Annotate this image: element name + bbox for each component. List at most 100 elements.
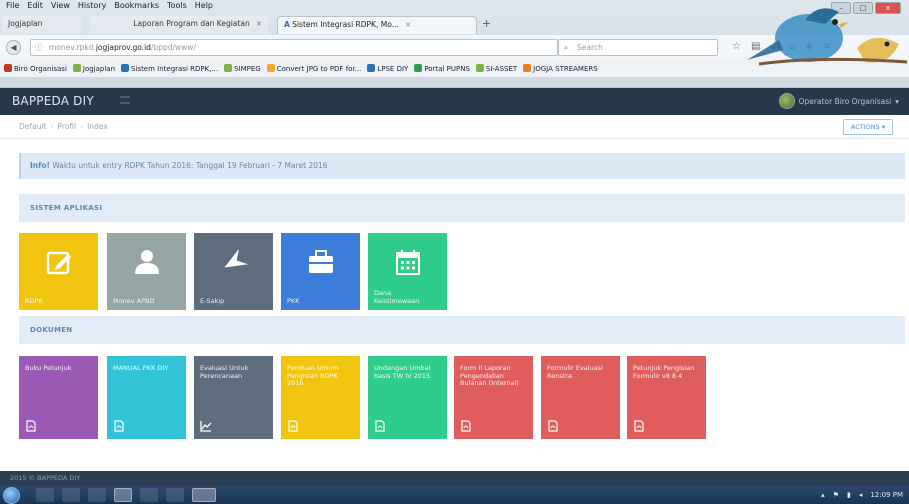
app-tile[interactable]: PKK (281, 233, 360, 310)
search-placeholder: Search (577, 43, 603, 52)
taskbar-app-paint[interactable] (166, 488, 184, 502)
bookmark-item[interactable]: Convert JPG to PDF for... (266, 63, 362, 73)
bookmark-label: Sistem Integrasi RDPK,... (131, 64, 219, 73)
document-tile[interactable]: Formulir Evaluasi Renstra (541, 356, 620, 439)
home-icon[interactable]: ⌂ (789, 41, 795, 52)
breadcrumb-default[interactable]: Default (19, 122, 46, 131)
user-name: Operator Biro Organisasi (798, 96, 892, 106)
sidebar-toggle-icon[interactable] (119, 96, 130, 104)
bookmark-label: LPSE DIY (377, 64, 409, 73)
document-tile[interactable]: Form Il Laporan Pengendalian Bulanan (In… (454, 356, 533, 439)
tab-sistem-integrasi[interactable]: A Sistem Integrasi RDPK, Mo... × (277, 16, 477, 34)
url-bar[interactable]: ⓘ monev.rpkd.jogjaprov.go.id/bppd/www/ C (30, 39, 577, 56)
taskbar-app-ie[interactable] (62, 488, 80, 502)
tab-jogjaplan[interactable]: Jogjaplan (2, 16, 82, 34)
bookmark-favicon-icon (224, 63, 233, 72)
taskbar-app-window[interactable] (192, 488, 216, 502)
downloads-icon[interactable]: ↓ (770, 41, 778, 52)
edit-icon (44, 247, 74, 277)
breadcrumb-index: Index (87, 122, 108, 131)
tray-volume-icon[interactable]: ◂ (859, 491, 863, 499)
bookmark-label: Biro Organisasi (14, 64, 67, 73)
actions-button[interactable]: ACTIONS ▾ (843, 119, 893, 135)
document-tile[interactable]: Evaluasi Untuk Perencanaan (194, 356, 273, 439)
app-tile-label: PKK (287, 297, 300, 305)
bookmark-favicon-icon (4, 63, 12, 72)
breadcrumb: Default › Profil › Index (19, 122, 108, 131)
app-tile[interactable]: E-Sakip (194, 233, 273, 310)
tray-network-icon[interactable]: ▮ (847, 491, 851, 499)
chevron-down-icon: ▾ (895, 96, 899, 106)
close-window-button[interactable]: x (875, 2, 901, 14)
bookmark-item[interactable]: Biro Organisasi (4, 63, 67, 73)
brand[interactable]: BAPPEDA DIY (12, 94, 130, 108)
pocket-icon[interactable]: ◈ (805, 41, 813, 52)
tray-arrow-icon[interactable]: ▴ (821, 491, 825, 499)
menu-item-bookmarks[interactable]: Bookmarks (114, 1, 159, 13)
document-tile[interactable]: Buku Petunjuk (19, 356, 98, 439)
line-chart-icon (200, 420, 212, 432)
menu-item-help[interactable]: Help (195, 1, 213, 13)
breadcrumb-profil[interactable]: Profil (57, 122, 76, 131)
site-identity-icon[interactable]: ⓘ (35, 40, 43, 55)
url-path: /bppd/www/ (150, 43, 196, 52)
document-tile-label: Panduan Umum Pengisian RDPK 2016 (287, 364, 339, 387)
menu-item-edit[interactable]: Edit (27, 1, 43, 13)
bookmark-star-icon[interactable]: ☆ (732, 41, 741, 52)
start-button[interactable] (3, 487, 20, 504)
tab-title: Laporan Program dan Kegiatan (133, 19, 250, 28)
bookmarks-menu-icon[interactable]: ▤ (751, 41, 760, 52)
taskbar-app-word[interactable] (140, 488, 158, 502)
document-tile[interactable]: Petunjuk Pengisian Formulir v8 8.4 (627, 356, 706, 439)
system-tray: ▴ ⚑ ▮ ◂ 12:09 PM (821, 486, 903, 504)
main-content: Info! Waktu untuk entry RDPK Tahun 2016:… (0, 139, 909, 471)
menu-item-tools[interactable]: Tools (167, 1, 187, 13)
menu-item-history[interactable]: History (78, 1, 106, 13)
search-input[interactable]: ⌕ Search (558, 39, 718, 56)
firefox-tab-favicon-icon: A (284, 20, 290, 29)
document-tile-label: Petunjuk Pengisian Formulir v8 8.4 (633, 364, 695, 380)
calendar-icon (393, 247, 423, 277)
new-tab-button[interactable]: + (482, 17, 491, 30)
minimize-button[interactable]: – (831, 2, 851, 14)
document-tile[interactable]: Undangan Umbal basis TW IV 2015 (368, 356, 447, 439)
search-icon: ⌕ (564, 43, 569, 52)
document-tile[interactable]: MANUAL PKK DIY (107, 356, 186, 439)
app-tile-label: E-Sakip (200, 297, 225, 305)
document-icon (547, 420, 559, 432)
bookmark-item[interactable]: Sistem Integrasi RDPK,... (121, 63, 219, 73)
app-header: BAPPEDA DIY Operator Biro Organisasi ▾ (0, 88, 909, 115)
maximize-button[interactable]: □ (853, 2, 873, 14)
taskbar-app-firefox[interactable] (114, 488, 132, 502)
menu-item-view[interactable]: View (51, 1, 70, 13)
bookmark-label: Convert JPG to PDF for... (276, 64, 362, 73)
taskbar-app-explorer[interactable] (36, 488, 54, 502)
bookmark-item[interactable]: LPSE DIY (367, 63, 409, 73)
bookmark-item[interactable]: JOGJA STREAMERS (523, 63, 598, 73)
page-footer: 2015 © BAPPEDA DIY (0, 471, 909, 486)
tab-laporan[interactable]: Laporan Program dan Kegiatan × (90, 16, 268, 34)
bookmark-item[interactable]: Jogjaplan (72, 63, 115, 73)
back-button[interactable]: ◀ (6, 40, 21, 55)
app-tile[interactable]: RDPK (19, 233, 98, 310)
clock[interactable]: 12:09 PM (870, 491, 903, 499)
menu-icon[interactable]: ≡ (823, 41, 831, 52)
document-icon (460, 420, 472, 432)
taskbar-app-media[interactable] (88, 488, 106, 502)
tab-close-icon[interactable]: × (405, 20, 411, 29)
tab-close-icon[interactable]: × (256, 19, 262, 28)
tray-flag-icon[interactable]: ⚑ (833, 491, 839, 499)
document-tile[interactable]: Panduan Umum Pengisian RDPK 2016 (281, 356, 360, 439)
app-tile[interactable]: Dana Keistimewaan (368, 233, 447, 310)
user-icon (132, 247, 162, 277)
menu-item-file[interactable]: File (6, 1, 19, 13)
sistem-aplikasi-header: SISTEM APLIKASI (19, 194, 905, 222)
app-tile[interactable]: Monev APBD (107, 233, 186, 310)
bookmark-item[interactable]: SI-ASSET (475, 63, 517, 73)
bookmark-item[interactable]: SIMPEG (224, 63, 261, 73)
document-tile-label: Undangan Umbal basis TW IV 2015 (374, 364, 431, 380)
bookmark-favicon-icon (266, 63, 275, 72)
bookmark-favicon-icon (475, 63, 484, 72)
user-menu[interactable]: Operator Biro Organisasi ▾ (778, 93, 899, 109)
bookmark-item[interactable]: Portal PUPNS (414, 63, 470, 73)
